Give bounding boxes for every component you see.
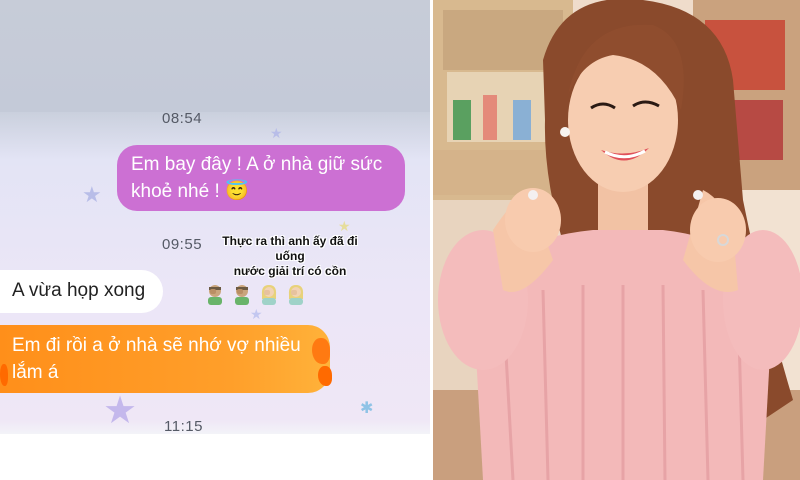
star-decoration: ✱ [360,400,374,417]
star-decoration: ★ [338,218,351,234]
message-line: Em bay đây ! A ở nhà giữ sức [131,154,383,175]
star-decoration: ★ [250,306,263,322]
woman-facepalm-icon [261,285,277,305]
timestamp: 11:15 [164,418,203,435]
woman-facepalm-icon [288,285,304,305]
sent-message-bubble-flame[interactable]: Em đi rồi a ở nhà sẽ nhớ vợ nhiều lắm á [0,325,330,393]
star-decoration: ★ [82,182,102,207]
message-line: khoẻ nhé ! 😇 [131,181,249,202]
star-decoration: ★ [270,125,283,141]
flame-decoration [0,364,8,386]
message-line: lắm á [12,362,59,383]
overlay-caption: Thực ra thì anh ấy đã đi uống nước giải … [206,234,374,279]
flame-decoration [318,366,332,386]
message-line: Em đi rồi a ở nhà sẽ nhớ vợ nhiều [12,335,301,356]
sent-message-bubble[interactable]: Em bay đây ! A ở nhà giữ sức khoẻ nhé ! … [117,145,405,211]
flame-decoration [312,338,330,364]
caption-line: nước giải trí có cồn [233,264,347,278]
timestamp: 08:54 [162,110,203,127]
photo-illustration [433,0,800,480]
top-blank-band [0,0,430,112]
man-facepalm-icon [208,285,222,305]
received-message-bubble[interactable]: A vừa họp xong [0,270,163,313]
chat-screenshot: ★ ★ ★ ★ ✱ ★ 08:54 Em bay đây ! A ở nhà g… [0,0,430,480]
star-decoration: ★ [103,390,138,432]
timestamp: 09:55 [162,236,203,253]
woman-photo [433,0,800,480]
caption-line: Thực ra thì anh ấy đã đi uống [222,234,358,263]
man-facepalm-icon [235,285,249,305]
message-text: A vừa họp xong [12,280,146,301]
